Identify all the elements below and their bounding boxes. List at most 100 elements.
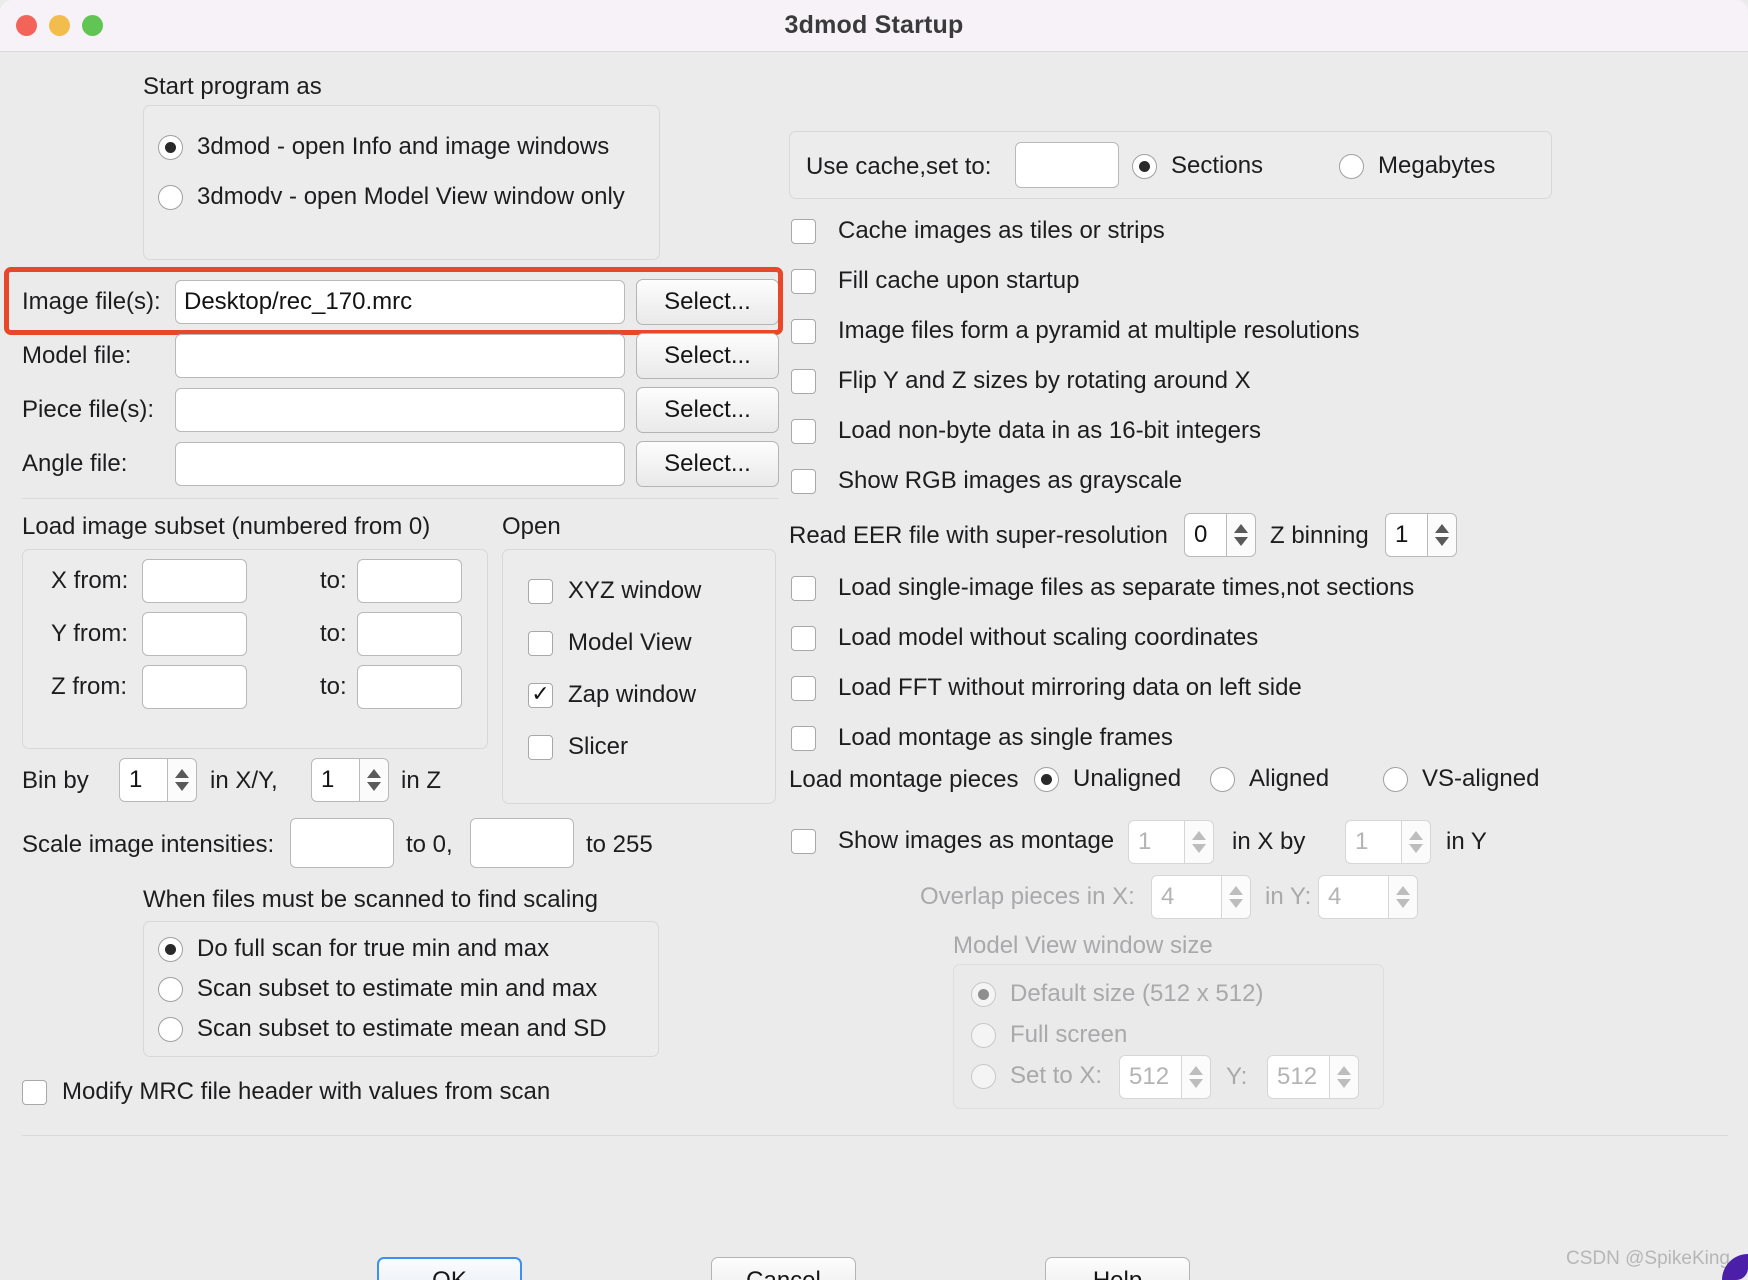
y-to-input[interactable]	[357, 612, 462, 656]
spinner-arrows[interactable]	[1226, 513, 1256, 557]
image-file-select-button[interactable]: Select...	[636, 279, 779, 325]
image-file-label: Image file(s):	[22, 288, 161, 315]
checkbox-cache-tiles-strips[interactable]: Cache images as tiles or strips	[791, 217, 1165, 245]
piece-file-select-button[interactable]: Select...	[636, 387, 779, 433]
montage-y-spinner[interactable]: 1	[1345, 820, 1431, 864]
radio-full-scan[interactable]: Do full scan for true min and max	[158, 935, 549, 963]
spinner-arrows[interactable]	[1181, 1055, 1211, 1099]
use-cache-input[interactable]	[1015, 142, 1119, 188]
y-from-label: Y from:	[51, 620, 128, 647]
bin-xy-value: 1	[119, 758, 167, 802]
bin-xy-spinner[interactable]: 1	[119, 758, 197, 802]
z-from-label: Z from:	[51, 673, 127, 700]
window-title: 3dmod Startup	[784, 11, 964, 39]
radio-cache-sections[interactable]: Sections	[1132, 152, 1263, 180]
spinner-arrows[interactable]	[1221, 875, 1251, 919]
close-window-button[interactable]	[16, 15, 37, 36]
radio-scan-subset-min-max[interactable]: Scan subset to estimate min and max	[158, 975, 597, 1003]
checkbox-image-pyramid[interactable]: Image files form a pyramid at multiple r…	[791, 317, 1360, 345]
cancel-button[interactable]: Cancel	[711, 1257, 856, 1280]
help-button[interactable]: Help	[1045, 1257, 1190, 1280]
overlap-x-value: 4	[1151, 875, 1221, 919]
radio-indicator	[1339, 153, 1364, 179]
bin-xy-suffix-label: in X/Y,	[210, 767, 278, 794]
z-to-input[interactable]	[357, 665, 462, 709]
checkbox-xyz-window[interactable]: XYZ window	[528, 577, 701, 605]
z-binning-spinner[interactable]: 1	[1385, 513, 1457, 557]
radio-montage-aligned[interactable]: Aligned	[1210, 765, 1329, 793]
eer-super-resolution-spinner[interactable]: 0	[1184, 513, 1256, 557]
ok-button[interactable]: OK	[377, 1257, 522, 1280]
checkbox-indicator	[791, 625, 816, 651]
radio-full-screen[interactable]: Full screen	[971, 1021, 1127, 1049]
open-group-label: Open	[502, 513, 561, 540]
image-file-input[interactable]	[175, 280, 625, 324]
title-bar: 3dmod Startup	[0, 0, 1748, 52]
radio-3dmodv-model-view[interactable]: 3dmodv - open Model View window only	[158, 183, 625, 211]
overlap-y-value: 4	[1318, 875, 1388, 919]
checkbox-fill-cache-startup[interactable]: Fill cache upon startup	[791, 267, 1079, 295]
spinner-arrows[interactable]	[1401, 820, 1431, 864]
checkbox-rgb-grayscale[interactable]: Show RGB images as grayscale	[791, 467, 1182, 495]
radio-montage-vs-aligned[interactable]: VS-aligned	[1383, 765, 1539, 793]
overlap-x-spinner[interactable]: 4	[1151, 875, 1251, 919]
radio-3dmod-info-image[interactable]: 3dmod - open Info and image windows	[158, 133, 609, 161]
model-file-select-button[interactable]: Select...	[636, 333, 779, 379]
radio-indicator	[1034, 766, 1059, 792]
checkbox-zap-window[interactable]: ✓ Zap window	[528, 681, 696, 709]
radio-default-size[interactable]: Default size (512 x 512)	[971, 980, 1263, 1008]
spinner-arrows[interactable]	[359, 758, 389, 802]
x-from-label: X from:	[51, 567, 129, 594]
spinner-arrows[interactable]	[1184, 820, 1214, 864]
checkbox-show-images-as-montage[interactable]: Show images as montage	[791, 827, 1114, 855]
checkbox-label: Model View	[568, 629, 692, 656]
minimize-window-button[interactable]	[49, 15, 70, 36]
checkbox-label: Load montage as single frames	[838, 724, 1173, 751]
dialog-window: 3dmod Startup Start program as 3dmod - o…	[0, 0, 1748, 1280]
x-from-input[interactable]	[142, 559, 247, 603]
checkbox-modify-mrc-header[interactable]: Modify MRC file header with values from …	[22, 1078, 550, 1106]
spinner-arrows[interactable]	[1388, 875, 1418, 919]
radio-cache-megabytes[interactable]: Megabytes	[1339, 152, 1495, 180]
checkbox-indicator	[791, 675, 816, 701]
z-binning-label: Z binning	[1270, 522, 1369, 549]
checkbox-indicator	[528, 578, 553, 604]
spinner-arrows[interactable]	[167, 758, 197, 802]
spinner-arrows[interactable]	[1427, 513, 1457, 557]
radio-set-to-xy[interactable]: Set to X:	[971, 1062, 1102, 1090]
scale-high-input[interactable]	[470, 818, 574, 868]
angle-file-select-button[interactable]: Select...	[636, 441, 779, 487]
overlap-pieces-x-label: Overlap pieces in X:	[920, 883, 1135, 910]
checkbox-load-model-no-scaling[interactable]: Load model without scaling coordinates	[791, 624, 1258, 652]
checkbox-label: Slicer	[568, 733, 629, 760]
checkbox-slicer[interactable]: Slicer	[528, 733, 628, 761]
maximize-window-button[interactable]	[82, 15, 103, 36]
radio-montage-unaligned[interactable]: Unaligned	[1034, 765, 1181, 793]
checkbox-label: Flip Y and Z sizes by rotating around X	[838, 367, 1251, 394]
z-from-input[interactable]	[142, 665, 247, 709]
montage-x-spinner[interactable]: 1	[1128, 820, 1214, 864]
y-from-input[interactable]	[142, 612, 247, 656]
radio-indicator	[1210, 766, 1235, 792]
radio-scan-subset-mean-sd[interactable]: Scan subset to estimate mean and SD	[158, 1015, 607, 1043]
checkbox-label: Modify MRC file header with values from …	[62, 1078, 551, 1105]
piece-file-input[interactable]	[175, 388, 625, 432]
spinner-arrows[interactable]	[1329, 1055, 1359, 1099]
scale-low-input[interactable]	[290, 818, 394, 868]
bin-z-spinner[interactable]: 1	[311, 758, 389, 802]
checkbox-load-16bit[interactable]: Load non-byte data in as 16-bit integers	[791, 417, 1261, 445]
checkbox-flip-yz[interactable]: Flip Y and Z sizes by rotating around X	[791, 367, 1251, 395]
checkbox-load-fft-no-mirror[interactable]: Load FFT without mirroring data on left …	[791, 674, 1302, 702]
model-view-y-spinner[interactable]: 512	[1267, 1055, 1359, 1099]
checkbox-label: Load single-image files as separate time…	[838, 574, 1415, 601]
checkbox-load-montage-single-frames[interactable]: Load montage as single frames	[791, 724, 1173, 752]
checkbox-single-image-times[interactable]: Load single-image files as separate time…	[791, 574, 1414, 602]
checkbox-model-view[interactable]: Model View	[528, 629, 692, 657]
x-to-input[interactable]	[357, 559, 462, 603]
x-to-label: to:	[320, 567, 347, 594]
model-view-x-spinner[interactable]: 512	[1119, 1055, 1211, 1099]
model-file-input[interactable]	[175, 334, 625, 378]
overlap-y-spinner[interactable]: 4	[1318, 875, 1418, 919]
angle-file-input[interactable]	[175, 442, 625, 486]
montage-y-value: 1	[1345, 820, 1401, 864]
